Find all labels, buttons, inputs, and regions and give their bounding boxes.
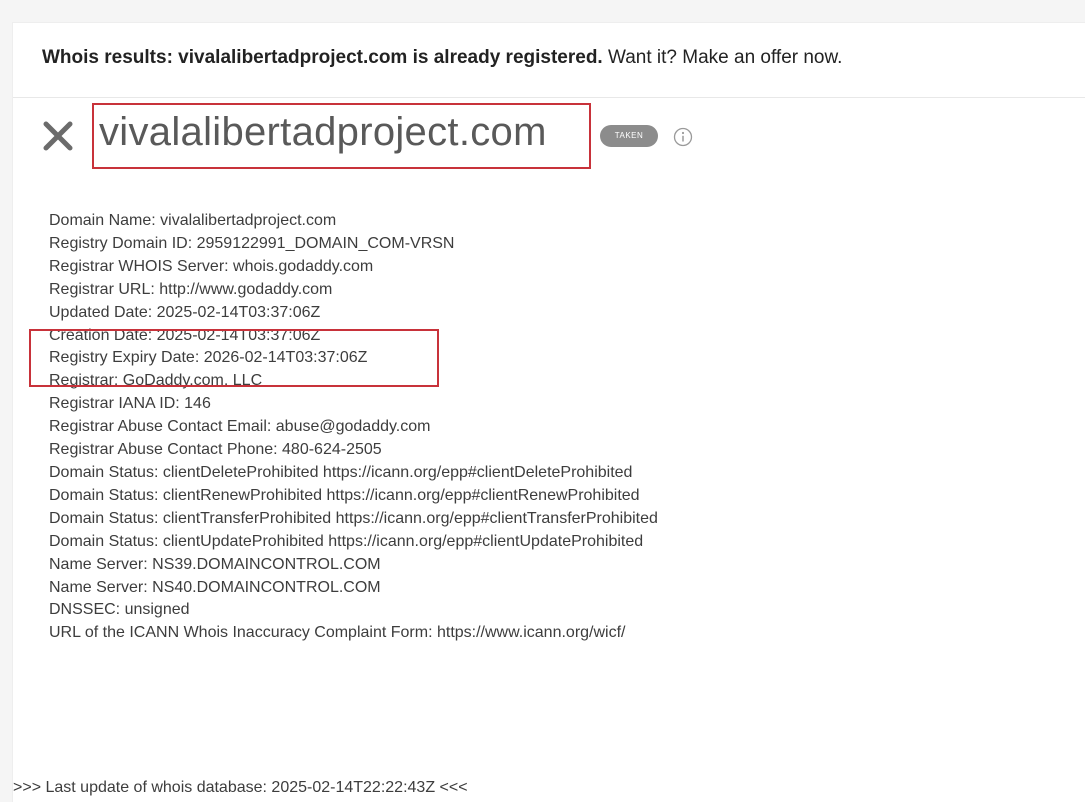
whois-domain-name: Domain Name: vivalalibertadproject.com xyxy=(49,212,337,229)
banner-offer-text[interactable]: Want it? Make an offer now. xyxy=(603,47,842,68)
whois-status-transfer: Domain Status: clientTransferProhibited … xyxy=(49,509,658,527)
status-badge: TAKEN xyxy=(600,125,658,147)
whois-status-renew: Domain Status: clientRenewProhibited htt… xyxy=(49,486,640,504)
domain-header: vivalalibertadproject.com TAKEN xyxy=(13,103,1085,178)
whois-abuse-phone: Registrar Abuse Contact Phone: 480-624-2… xyxy=(49,441,382,459)
whois-status-delete: Domain Status: clientDeleteProhibited ht… xyxy=(49,463,633,481)
whois-status-update: Domain Status: clientUpdateProhibited ht… xyxy=(49,532,644,550)
result-banner: Whois results: vivalalibertadproject.com… xyxy=(13,23,1085,98)
whois-record: Domain Name: vivalalibertadproject.com R… xyxy=(49,210,658,645)
whois-registry-domain-id: Registry Domain ID: 2959122991_DOMAIN_CO… xyxy=(49,234,455,252)
whois-registrar-server: Registrar WHOIS Server: whois.godaddy.co… xyxy=(49,257,374,275)
close-icon[interactable] xyxy=(41,119,75,153)
page: Whois results: vivalalibertadproject.com… xyxy=(0,0,1085,802)
domain-title: vivalalibertadproject.com xyxy=(99,110,547,154)
whois-name-server-2: Name Server: NS40.DOMAINCONTROL.COM xyxy=(49,578,381,596)
whois-last-update: >>> Last update of whois database: 2025-… xyxy=(13,779,468,796)
dates-highlight-box xyxy=(29,329,439,387)
info-icon[interactable] xyxy=(673,127,693,147)
whois-abuse-email: Registrar Abuse Contact Email: abuse@god… xyxy=(49,418,431,436)
whois-iana-id: Registrar IANA ID: 146 xyxy=(49,395,211,413)
whois-results-card: Whois results: vivalalibertadproject.com… xyxy=(12,22,1085,802)
whois-icann-complaint-url: URL of the ICANN Whois Inaccuracy Compla… xyxy=(49,624,626,642)
whois-dnssec: DNSSEC: unsigned xyxy=(49,601,190,619)
banner-registered-text: Whois results: vivalalibertadproject.com… xyxy=(42,47,603,68)
whois-registrar-url: Registrar URL: http://www.godaddy.com xyxy=(49,280,333,298)
whois-name-server-1: Name Server: NS39.DOMAINCONTROL.COM xyxy=(49,555,381,573)
whois-updated-date: Updated Date: 2025-02-14T03:37:06Z xyxy=(49,303,321,321)
